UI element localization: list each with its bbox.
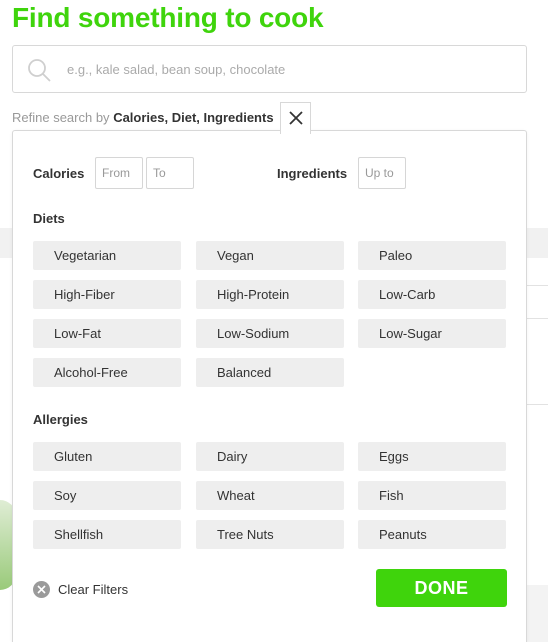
diet-option[interactable]: Balanced (196, 358, 344, 387)
done-button[interactable]: DONE (376, 569, 507, 607)
diet-option[interactable]: Paleo (358, 241, 506, 270)
refine-prefix: Refine search by (12, 110, 110, 125)
diet-option[interactable]: Vegan (196, 241, 344, 270)
diet-option[interactable]: Low-Sodium (196, 319, 344, 348)
calories-from-input[interactable] (95, 157, 143, 189)
allergy-option[interactable]: Wheat (196, 481, 344, 510)
page-title: Find something to cook (12, 2, 324, 33)
refine-search-text: Refine search by Calories, Diet, Ingredi… (12, 110, 274, 125)
refine-options[interactable]: Calories, Diet, Ingredients (113, 110, 273, 125)
search-input[interactable] (67, 47, 507, 91)
background-divider (524, 404, 548, 405)
diet-option[interactable]: Vegetarian (33, 241, 181, 270)
filter-panel: Calories Ingredients Diets Vegetarian Ve… (12, 130, 527, 642)
allergy-option[interactable]: Peanuts (358, 520, 506, 549)
ingredients-max-input[interactable] (358, 157, 406, 189)
allergy-option[interactable]: Dairy (196, 442, 344, 471)
allergy-option[interactable]: Tree Nuts (196, 520, 344, 549)
background-divider (524, 285, 548, 286)
clear-filters-button[interactable]: Clear Filters (33, 579, 128, 599)
calories-to-input[interactable] (146, 157, 194, 189)
ingredients-label: Ingredients (277, 166, 348, 181)
allergy-option[interactable]: Gluten (33, 442, 181, 471)
diet-option[interactable]: Low-Sugar (358, 319, 506, 348)
diet-option[interactable]: Alcohol-Free (33, 358, 181, 387)
close-icon (289, 111, 303, 125)
diet-option[interactable]: High-Protein (196, 280, 344, 309)
allergy-option[interactable]: Shellfish (33, 520, 181, 549)
search-icon (27, 58, 51, 82)
diet-option[interactable]: Low-Carb (358, 280, 506, 309)
allergy-option[interactable]: Soy (33, 481, 181, 510)
search-box[interactable] (12, 45, 527, 93)
diet-option[interactable]: Low-Fat (33, 319, 181, 348)
background-divider (524, 318, 548, 319)
diet-option[interactable]: High-Fiber (33, 280, 181, 309)
diets-heading: Diets (33, 211, 65, 226)
close-filters-button[interactable] (280, 102, 311, 134)
allergy-option[interactable]: Fish (358, 481, 506, 510)
clear-circle-icon (33, 580, 50, 598)
calories-label: Calories (33, 166, 85, 181)
allergy-option[interactable]: Eggs (358, 442, 506, 471)
clear-filters-label: Clear Filters (58, 581, 129, 597)
allergies-heading: Allergies (33, 412, 88, 427)
